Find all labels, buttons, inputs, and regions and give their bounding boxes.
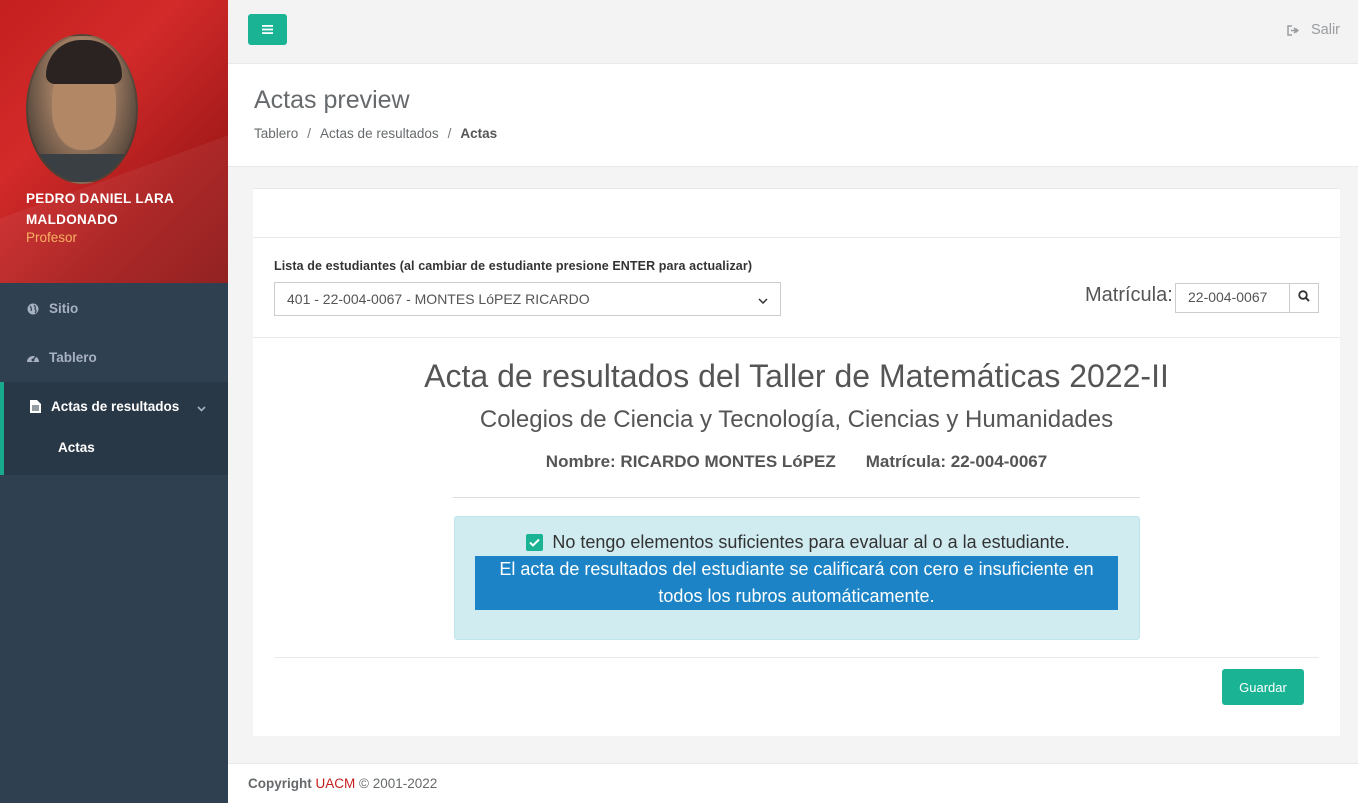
file-icon bbox=[28, 400, 42, 414]
hamburger-icon bbox=[262, 21, 273, 39]
search-button[interactable] bbox=[1289, 283, 1319, 313]
student-info: Nombre: RICARDO MONTES LóPEZ Matrícula: 2… bbox=[253, 452, 1340, 472]
student-name: Nombre: RICARDO MONTES LóPEZ bbox=[545, 452, 836, 471]
evaluation-alert: No tengo elementos suficientes para eval… bbox=[454, 516, 1140, 640]
student-matricula: Matrícula: 22-004-0067 bbox=[865, 452, 1048, 471]
acta-title: Acta de resultados del Taller de Matemát… bbox=[424, 358, 1169, 394]
sidebar-item-label: Tablero bbox=[49, 350, 97, 365]
divider bbox=[453, 497, 1140, 498]
no-evaluation-option: No tengo elementos suficientes para eval… bbox=[455, 532, 1141, 553]
student-select[interactable]: 401 - 22-004-0067 - MONTES LóPEZ RICARDO bbox=[274, 282, 781, 316]
acta-panel: Lista de estudiantes (al cambiar de estu… bbox=[253, 188, 1340, 736]
student-list-label: Lista de estudiantes (al cambiar de estu… bbox=[274, 259, 753, 273]
logout-link[interactable]: Salir bbox=[1287, 22, 1340, 38]
no-evaluation-checkbox[interactable] bbox=[526, 534, 544, 551]
divider bbox=[253, 337, 1340, 338]
search-icon bbox=[1298, 289, 1310, 307]
matricula-label: Matrícula: bbox=[1085, 284, 1173, 306]
sidebar: PEDRO DANIEL LARA MALDONADO Profesor Sit… bbox=[0, 0, 228, 803]
save-button[interactable]: Guardar bbox=[1222, 669, 1304, 705]
sidebar-item-label: Sitio bbox=[49, 301, 79, 316]
user-name[interactable]: PEDRO DANIEL LARA MALDONADO bbox=[26, 188, 216, 230]
profile-panel: PEDRO DANIEL LARA MALDONADO Profesor bbox=[0, 0, 228, 283]
breadcrumb-item-tablero[interactable]: Tablero bbox=[254, 126, 298, 141]
matricula-input[interactable]: 22-004-0067 bbox=[1175, 283, 1290, 313]
copyright-text: Copyright UACM © 2001-2022 bbox=[248, 776, 437, 791]
menu-toggle-button[interactable] bbox=[248, 14, 287, 45]
chevron-down-icon bbox=[197, 400, 206, 415]
copyright-label: Copyright bbox=[248, 776, 312, 791]
sidebar-subitem-actas[interactable]: Actas bbox=[0, 430, 228, 475]
user-role: Profesor bbox=[26, 230, 78, 245]
avatar[interactable] bbox=[26, 34, 138, 184]
panel-header bbox=[253, 188, 1340, 238]
sign-out-icon bbox=[1287, 24, 1300, 36]
sidebar-item-label: Actas de resultados bbox=[51, 399, 180, 414]
no-evaluation-label[interactable]: No tengo elementos suficientes para eval… bbox=[552, 532, 1069, 553]
footer: Copyright UACM © 2001-2022 bbox=[228, 763, 1358, 803]
breadcrumb-item-current: Actas bbox=[460, 126, 498, 141]
globe-icon bbox=[26, 302, 40, 316]
breadcrumb-item-actas-de-resultados[interactable]: Actas de resultados bbox=[320, 126, 439, 141]
copyright-years: © 2001-2022 bbox=[359, 776, 438, 791]
breadcrumb: Tablero / Actas de resultados / Actas bbox=[254, 126, 498, 141]
brand-link[interactable]: UACM bbox=[316, 776, 356, 791]
acta-subtitle: Colegios de Ciencia y Tecnología, Cienci… bbox=[479, 406, 1114, 433]
divider bbox=[274, 657, 1319, 658]
sidebar-subitem-label: Actas bbox=[58, 440, 95, 455]
page-title: Actas preview bbox=[254, 86, 410, 114]
logout-label: Salir bbox=[1310, 22, 1340, 38]
top-navbar: Salir bbox=[228, 0, 1358, 64]
sidebar-item-tablero[interactable]: Tablero bbox=[0, 333, 228, 382]
sidebar-item-actas-de-resultados[interactable]: Actas de resultados bbox=[0, 382, 228, 431]
page-heading: Actas preview Tablero / Actas de resultado… bbox=[228, 64, 1358, 167]
dashboard-icon bbox=[26, 351, 40, 365]
chevron-down-icon bbox=[758, 291, 768, 307]
zero-grade-warning: El acta de resultados del estudiante se … bbox=[475, 556, 1118, 610]
sidebar-item-sitio[interactable]: Sitio bbox=[0, 284, 228, 333]
student-select-value: 401 - 22-004-0067 - MONTES LóPEZ RICARDO bbox=[287, 291, 590, 307]
